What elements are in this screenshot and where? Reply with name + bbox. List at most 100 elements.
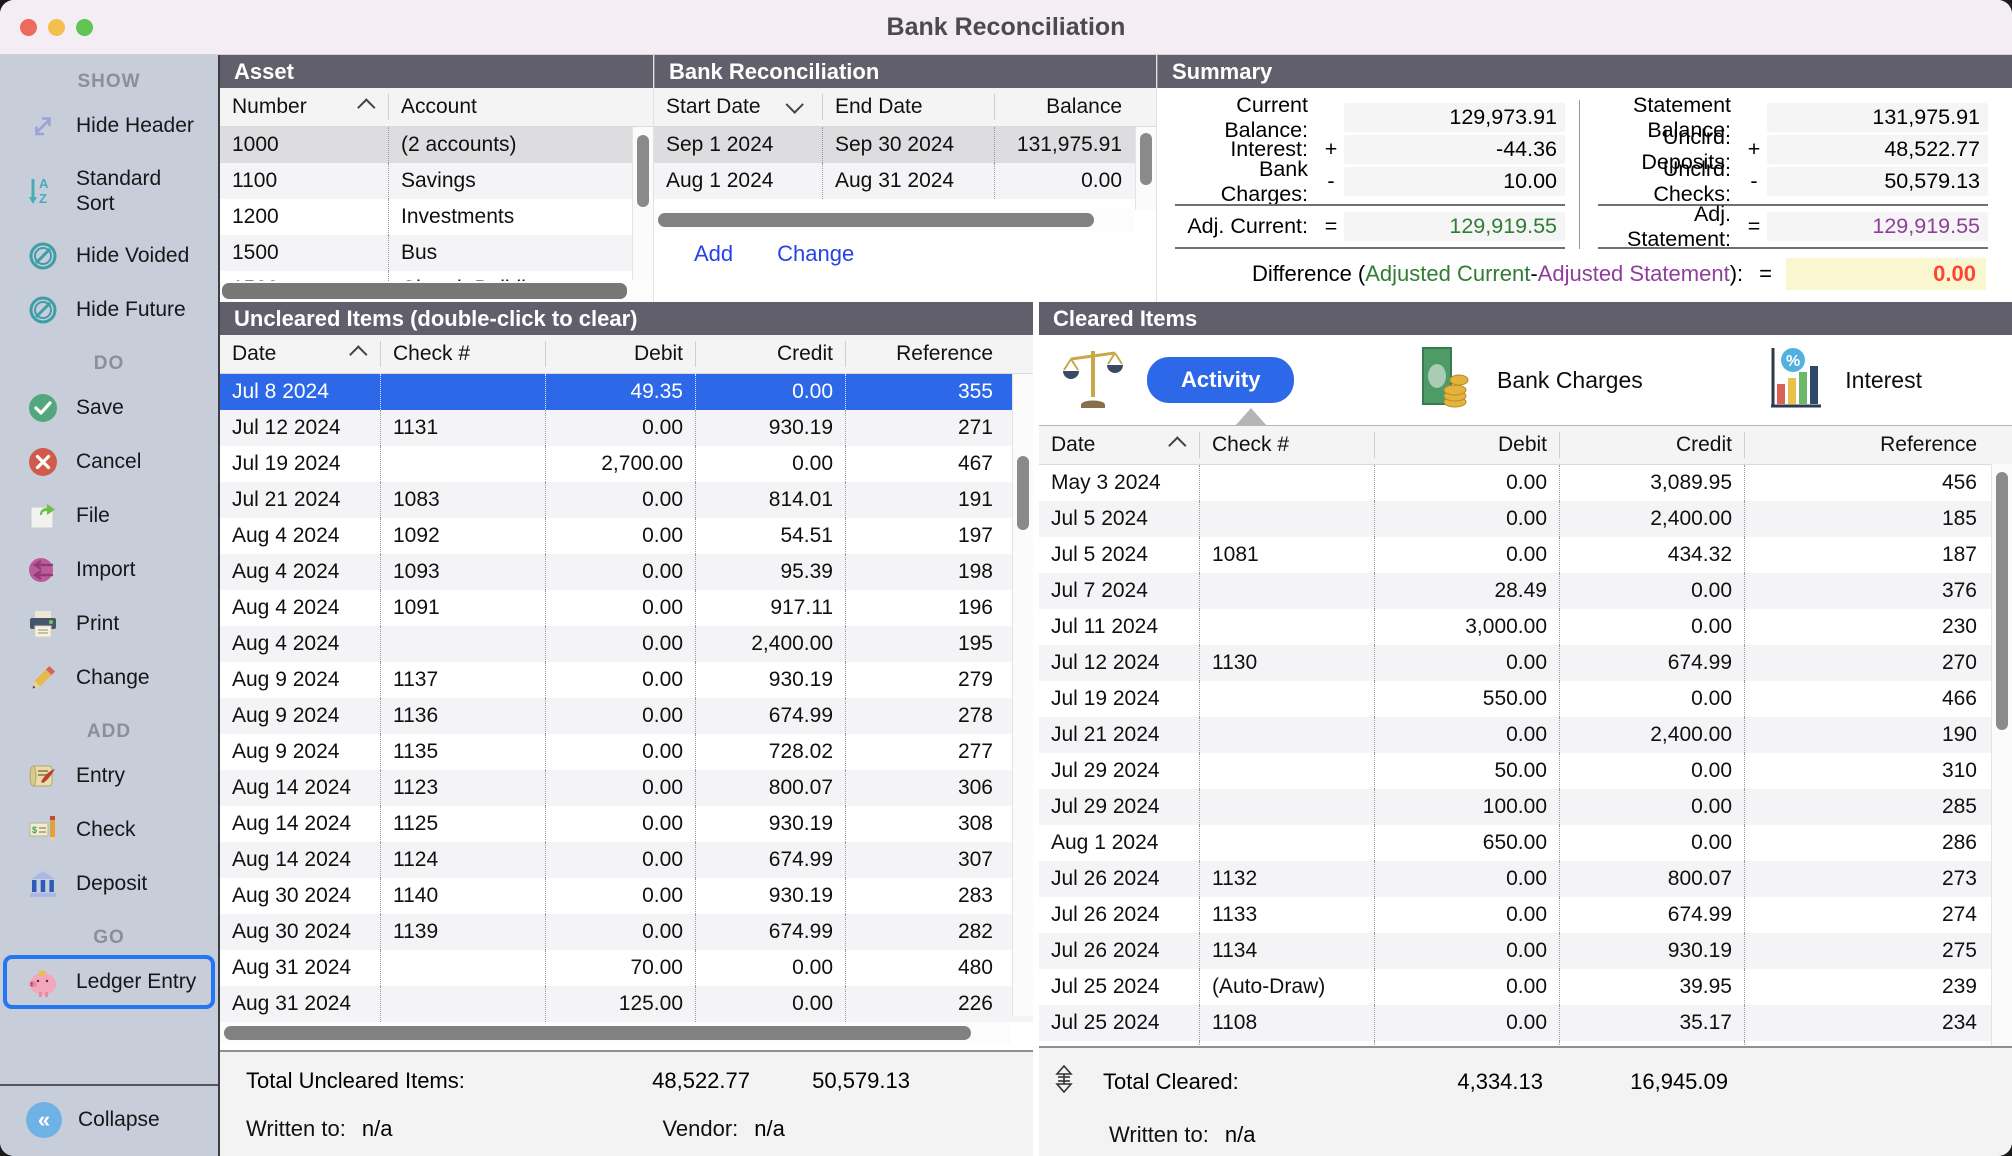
table-row[interactable]: Aug 4 202410920.0054.51197 xyxy=(220,518,1033,554)
table-cell: Jul 26 2024 xyxy=(1039,933,1199,969)
table-row[interactable]: Aug 4 202410910.00917.11196 xyxy=(220,590,1033,626)
table-row[interactable]: Jul 7 202428.490.00376 xyxy=(1039,573,2012,609)
table-row[interactable]: Jul 21 20240.002,400.00190 xyxy=(1039,717,2012,753)
sidebar-item-print[interactable]: Print xyxy=(0,597,218,651)
table-row[interactable]: May 3 20240.003,089.95456 xyxy=(1039,465,2012,501)
table-row[interactable]: Aug 4 20240.002,400.00195 xyxy=(220,626,1033,662)
sidebar-item-check[interactable]: $ Check xyxy=(0,803,218,857)
sidebar-item-hide-future[interactable]: Hide Future xyxy=(0,283,218,337)
cleared-vertical-scrollbar[interactable] xyxy=(1991,464,2012,1048)
table-cell: 28.49 xyxy=(1374,573,1559,609)
table-row[interactable]: Aug 31 202470.000.00480 xyxy=(220,950,1033,986)
table-row[interactable]: Aug 30 202411400.00930.19283 xyxy=(220,878,1033,914)
uncleared-horizontal-scrollbar[interactable] xyxy=(220,1022,1011,1044)
column-header-end-date[interactable]: End Date xyxy=(822,94,994,120)
table-cell: 0.00 xyxy=(1374,969,1559,1005)
sidebar-item-label: Import xyxy=(76,558,136,582)
summary-result-label: Adj. Current: xyxy=(1175,214,1318,239)
table-row[interactable]: Jul 29 2024100.000.00285 xyxy=(1039,789,2012,825)
table-row[interactable]: Sep 1 2024Sep 30 2024131,975.91 xyxy=(654,127,1156,163)
table-row[interactable]: 1500Bus xyxy=(220,235,653,271)
table-row[interactable]: Jul 12 202411310.00930.19271 xyxy=(220,410,1033,446)
table-row[interactable]: 1520Church Buildi xyxy=(220,271,653,281)
sidebar-item-save[interactable]: Save xyxy=(0,381,218,435)
column-header-date[interactable]: Date xyxy=(1039,432,1199,458)
table-row[interactable]: Jul 19 2024550.000.00466 xyxy=(1039,681,2012,717)
table-row[interactable]: Jul 5 202410810.00434.32187 xyxy=(1039,537,2012,573)
sidebar-item-file[interactable]: File xyxy=(0,489,218,543)
asset-vertical-scrollbar[interactable] xyxy=(632,127,653,280)
tab-interest[interactable]: Interest xyxy=(1845,367,1922,394)
scroll-quill-icon xyxy=(26,759,60,793)
table-cell: 0.00 xyxy=(545,770,695,806)
table-row[interactable]: Aug 31 2024125.000.00226 xyxy=(220,986,1033,1022)
table-row[interactable]: Aug 14 202411250.00930.19308 xyxy=(220,806,1033,842)
table-row[interactable]: Jul 19 20242,700.000.00467 xyxy=(220,446,1033,482)
recon-horizontal-scrollbar[interactable] xyxy=(654,209,1134,231)
table-row[interactable]: Jul 12 202411300.00674.99270 xyxy=(1039,645,2012,681)
table-row[interactable]: Jul 26 202411340.00930.19275 xyxy=(1039,933,2012,969)
tab-bank-charges[interactable]: Bank Charges xyxy=(1497,367,1643,394)
table-cell: (2 accounts) xyxy=(388,127,631,163)
table-cell: 1125 xyxy=(380,806,545,842)
uncleared-vertical-scrollbar[interactable] xyxy=(1012,374,1033,1016)
close-window-icon[interactable] xyxy=(20,19,37,36)
column-header-date[interactable]: Date xyxy=(220,341,380,367)
sidebar-item-change[interactable]: Change xyxy=(0,651,218,705)
table-row[interactable]: Aug 9 202411360.00674.99278 xyxy=(220,698,1033,734)
column-header-debit[interactable]: Debit xyxy=(545,341,695,367)
zoom-window-icon[interactable] xyxy=(76,19,93,36)
column-header-number[interactable]: Number xyxy=(220,94,388,120)
column-header-balance[interactable]: Balance xyxy=(994,94,1134,120)
table-row[interactable]: 1100Savings xyxy=(220,163,653,199)
column-header-reference[interactable]: Reference xyxy=(845,341,1005,367)
column-header-reference[interactable]: Reference xyxy=(1744,432,1989,458)
sidebar-item-hide-voided[interactable]: Hide Voided xyxy=(0,229,218,283)
cleared-totals-band: Total Cleared: 4,334.13 16,945.09 Writte… xyxy=(1039,1046,2012,1156)
column-header-start-date[interactable]: Start Date xyxy=(654,94,822,120)
table-cell: 0.00 xyxy=(545,842,695,878)
table-row[interactable]: Aug 14 202411240.00674.99307 xyxy=(220,842,1033,878)
tab-activity[interactable]: Activity xyxy=(1147,357,1294,403)
table-row[interactable]: Aug 30 202411390.00674.99282 xyxy=(220,914,1033,950)
table-row[interactable]: Aug 1 2024Aug 31 20240.00 xyxy=(654,163,1156,199)
column-header-check[interactable]: Check # xyxy=(1199,432,1374,458)
table-cell xyxy=(1199,465,1374,501)
table-row[interactable]: 1200Investments xyxy=(220,199,653,235)
recon-vertical-scrollbar[interactable] xyxy=(1135,127,1156,210)
column-header-credit[interactable]: Credit xyxy=(695,341,845,367)
sidebar-item-deposit[interactable]: Deposit xyxy=(0,857,218,911)
sidebar-item-standard-sort[interactable]: AZ Standard Sort xyxy=(0,153,218,229)
column-header-check[interactable]: Check # xyxy=(380,341,545,367)
collapse-button[interactable]: « Collapse xyxy=(0,1086,218,1156)
sidebar-item-entry[interactable]: Entry xyxy=(0,749,218,803)
table-row[interactable]: Jul 8 202449.350.00355 xyxy=(220,374,1033,410)
column-header-account[interactable]: Account xyxy=(388,94,631,120)
minimize-window-icon[interactable] xyxy=(48,19,65,36)
expand-arrows-icon xyxy=(26,109,60,143)
table-row[interactable]: Jul 25 202411080.0035.17234 xyxy=(1039,1005,2012,1041)
sidebar-item-cancel[interactable]: Cancel xyxy=(0,435,218,489)
change-reconciliation-link[interactable]: Change xyxy=(777,241,854,267)
table-row[interactable]: Jul 26 202411320.00800.07273 xyxy=(1039,861,2012,897)
table-row[interactable]: Aug 9 202411370.00930.19279 xyxy=(220,662,1033,698)
table-row[interactable]: Aug 9 202411350.00728.02277 xyxy=(220,734,1033,770)
sidebar-item-ledger-entry[interactable]: Ledger Entry xyxy=(3,955,215,1009)
column-header-debit[interactable]: Debit xyxy=(1374,432,1559,458)
sidebar-item-import[interactable]: Import xyxy=(0,543,218,597)
column-header-credit[interactable]: Credit xyxy=(1559,432,1744,458)
table-row[interactable]: Jul 5 20240.002,400.00185 xyxy=(1039,501,2012,537)
table-row[interactable]: Aug 4 202410930.0095.39198 xyxy=(220,554,1033,590)
table-row[interactable]: Aug 1 2024650.000.00286 xyxy=(1039,825,2012,861)
asset-horizontal-scrollbar[interactable] xyxy=(220,281,653,302)
table-row[interactable]: Jul 11 20243,000.000.00230 xyxy=(1039,609,2012,645)
table-row[interactable]: Jul 29 202450.000.00310 xyxy=(1039,753,2012,789)
table-row[interactable]: Jul 26 202411330.00674.99274 xyxy=(1039,897,2012,933)
add-reconciliation-link[interactable]: Add xyxy=(694,241,733,267)
table-row[interactable]: Jul 21 202410830.00814.01191 xyxy=(220,482,1033,518)
table-row[interactable]: 1000(2 accounts) xyxy=(220,127,653,163)
sidebar-item-hide-header[interactable]: Hide Header xyxy=(0,99,218,153)
summary-value: 10.00 xyxy=(1344,167,1565,196)
table-row[interactable]: Jul 25 2024(Auto-Draw)0.0039.95239 xyxy=(1039,969,2012,1005)
table-row[interactable]: Aug 14 202411230.00800.07306 xyxy=(220,770,1033,806)
